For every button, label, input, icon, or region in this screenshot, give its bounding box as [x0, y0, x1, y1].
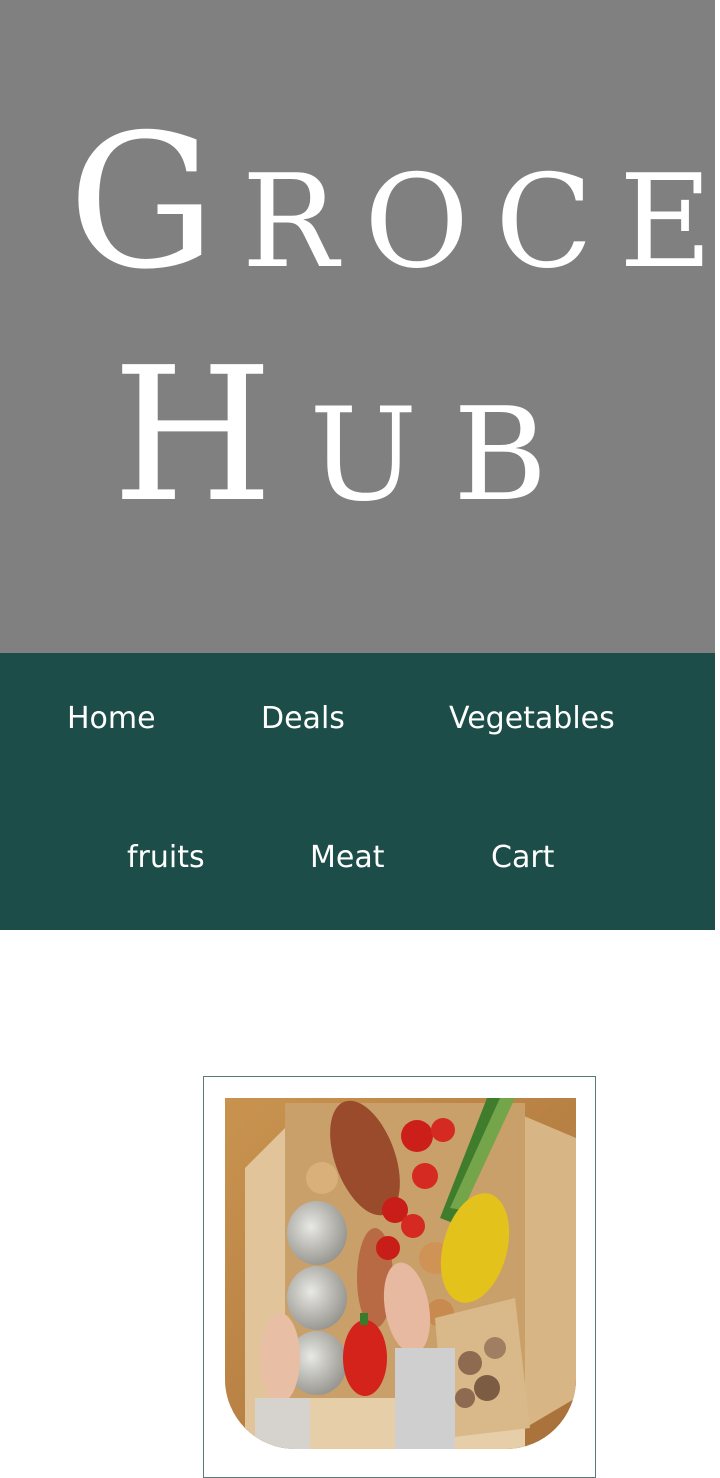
- product-card[interactable]: [203, 1076, 596, 1478]
- hero-title-initial-1: G: [68, 94, 242, 310]
- hero-title-rest-2: UB: [309, 381, 584, 530]
- grocery-box-photo-icon: [225, 1098, 576, 1449]
- hero-title-line-2: HUB: [112, 343, 583, 528]
- nav-link-cart[interactable]: Cart: [491, 843, 554, 873]
- nav-link-vegetables[interactable]: Vegetables: [449, 704, 615, 734]
- hero-title-initial-2: H: [112, 327, 310, 543]
- nav-link-fruits[interactable]: fruits: [127, 843, 205, 873]
- hero-title-line-1: GROCE: [68, 110, 715, 295]
- main-navigation: Home Deals Vegetables fruits Meat Cart: [0, 653, 715, 930]
- hero-title-rest-1: ROCE: [241, 148, 715, 297]
- nav-link-meat[interactable]: Meat: [310, 843, 385, 873]
- grocery-box-image: [225, 1098, 576, 1449]
- nav-link-deals[interactable]: Deals: [261, 704, 345, 734]
- nav-link-home[interactable]: Home: [67, 704, 156, 734]
- hero-banner: GROCE HUB: [0, 0, 715, 653]
